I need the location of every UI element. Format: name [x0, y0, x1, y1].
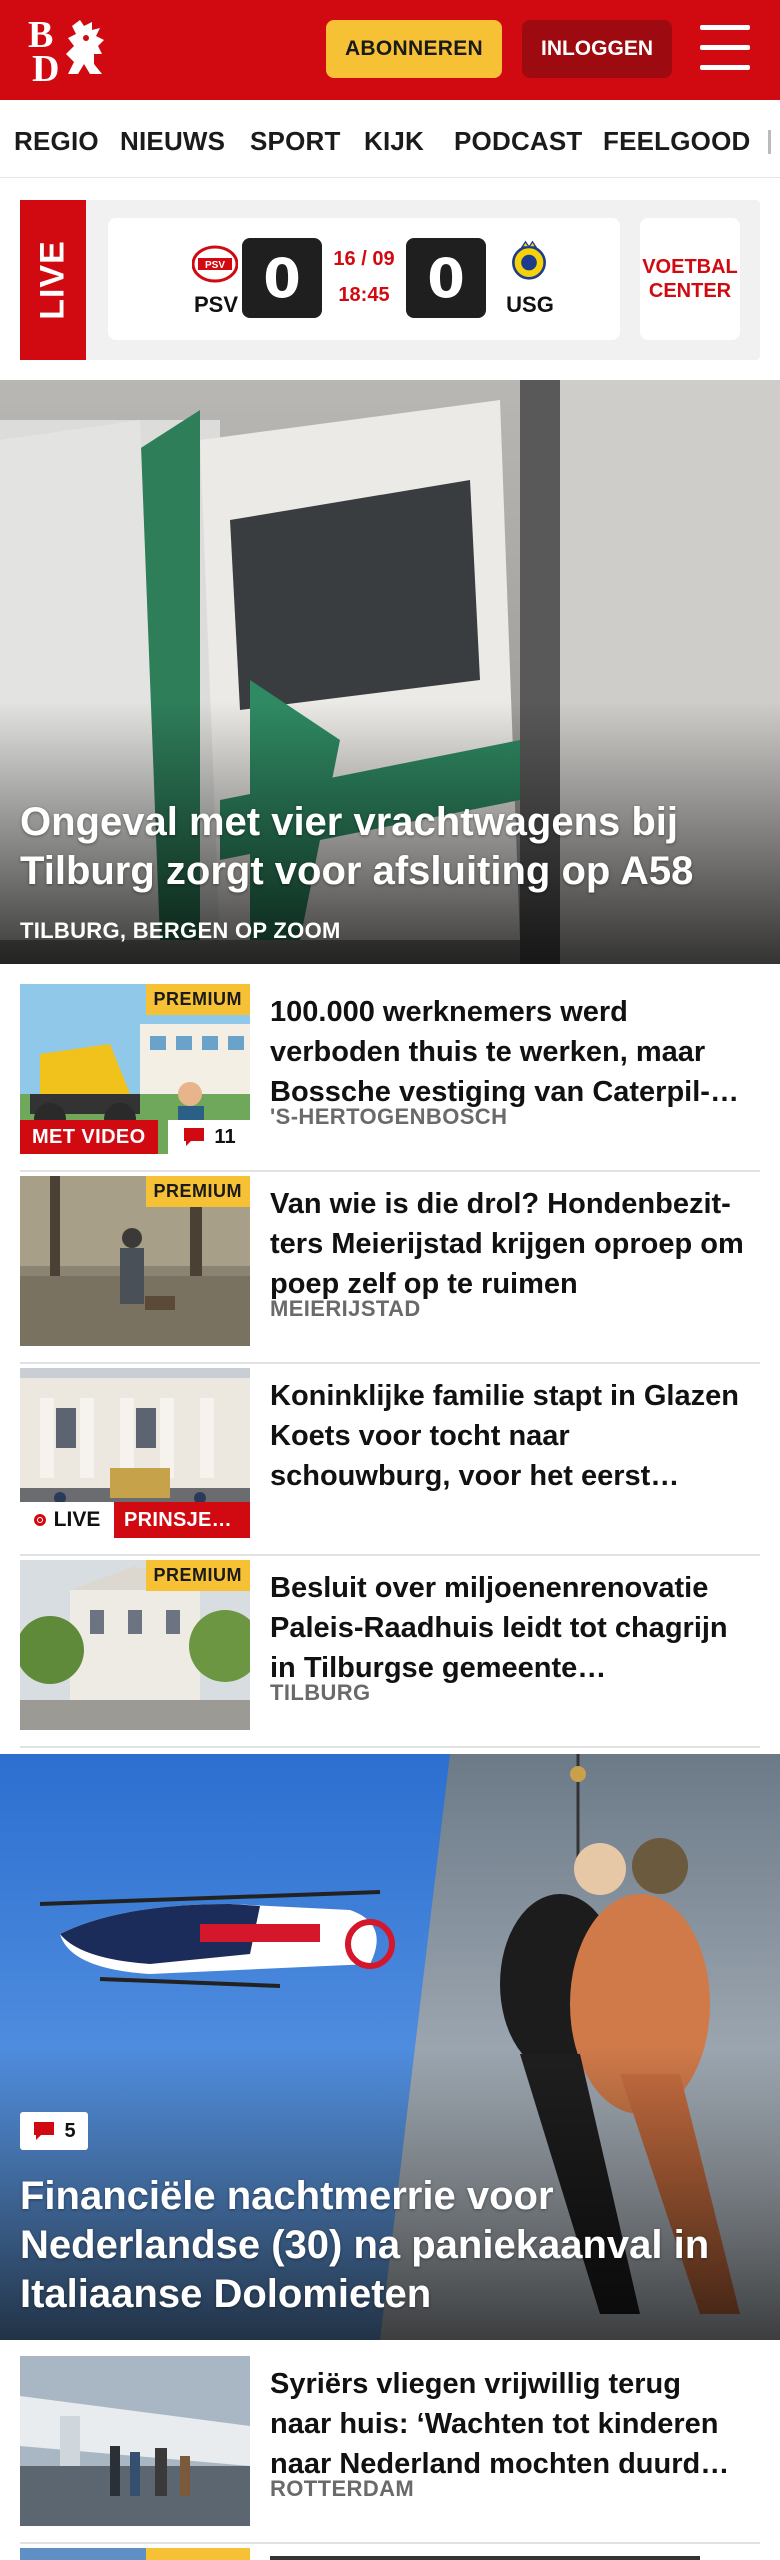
bd-logo[interactable]: B D: [28, 16, 112, 90]
site-header: B D ABONNEREN INLOGGEN: [0, 0, 780, 100]
live-label-tab[interactable]: LIVE: [20, 200, 86, 360]
comment-icon: [34, 2122, 55, 2140]
article-location: TILBURG: [270, 1680, 371, 1705]
premium-badge: PREMIUM: [145, 1560, 250, 1591]
login-button[interactable]: INLOGGEN: [522, 20, 672, 78]
lion-icon: [66, 20, 104, 74]
video-badge: MET VIDEO: [20, 1120, 158, 1154]
airport-image: [20, 2356, 250, 2526]
nav-item-podcast[interactable]: PODCAST: [454, 126, 583, 157]
article-thumbnail: PREMIUM MET VIDEO 11: [20, 984, 250, 1154]
voetbal-center-line2: CENTER: [648, 280, 732, 302]
hero-title: Ongeval met vier vrachtwagens bij Tilbur…: [20, 800, 694, 893]
article-title: Syriërs vliegen vrijwillig terug naar hu…: [270, 2368, 730, 2480]
comment-icon: [184, 1128, 205, 1146]
match-card[interactable]: PSV PSV 0 16 / 09 18:45 0 USG: [108, 218, 620, 340]
live-scores-bar: LIVE PSV PSV 0 16 / 09 18:45 0 USG VOETB…: [20, 200, 760, 360]
away-team-name: USG: [506, 292, 554, 317]
hero-article-truck[interactable]: Ongeval met vier vrachtwagens bij Tilbur…: [0, 380, 780, 964]
article-syriers[interactable]: Syriërs vliegen vrijwillig terug naar hu…: [20, 2356, 760, 2544]
nav-item-regio[interactable]: REGIO: [14, 126, 99, 157]
article-title: 100.000 werknemers werd verboden thuis t…: [270, 996, 739, 1108]
usg-crest-icon: [512, 240, 546, 280]
comment-count-badge[interactable]: 11: [168, 1120, 250, 1154]
article-title: Van wie is die drol? Hondenbezit-ters Me…: [270, 1188, 744, 1300]
psv-crest-icon: PSV: [192, 245, 238, 283]
live-badge-label: LIVE: [53, 1508, 101, 1531]
nav-overflow-hint: [768, 130, 771, 154]
voetbal-center-line1: VOETBAL: [642, 256, 738, 278]
voetbal-center-link[interactable]: VOETBAL CENTER: [640, 218, 740, 340]
nav-item-kijk[interactable]: KIJK: [364, 126, 424, 157]
subscribe-button[interactable]: ABONNEREN: [326, 20, 502, 78]
article-thumbnail: PREMIUM: [20, 1176, 250, 1346]
hamburger-menu-icon[interactable]: [700, 25, 750, 71]
article-caterpillar[interactable]: PREMIUM MET VIDEO 11 100.000 werknemers …: [20, 984, 760, 1172]
article-glazen-koets[interactable]: LIVE PRINSJE… Koninklijke familie stapt …: [20, 1368, 760, 1556]
live-badge: LIVE: [20, 1502, 114, 1538]
article-title: Besluit over miljoenenrenovatie Paleis-R…: [270, 1572, 728, 1684]
match-date: 16 / 09: [333, 248, 395, 270]
topic-badge: PRINSJE…: [114, 1502, 250, 1538]
nav-item-nieuws[interactable]: NIEUWS: [120, 126, 225, 157]
article-location: MEIERIJSTAD: [270, 1296, 421, 1321]
home-score: 0: [242, 238, 322, 318]
comment-count: 5: [64, 2119, 76, 2142]
next-article-peek[interactable]: [20, 2548, 760, 2560]
nav-item-sport[interactable]: SPORT: [250, 126, 341, 157]
hero-article-dolomieten[interactable]: 5 Financiële nachtmerrie voor Nederlands…: [0, 1754, 780, 2340]
next-article-title-edge: [270, 2556, 700, 2560]
article-thumbnail: [20, 2356, 250, 2526]
article-location: ROTTERDAM: [270, 2476, 415, 2501]
hero-location-tag: TILBURG, BERGEN OP ZOOM: [20, 918, 341, 943]
logo-letter-d: D: [32, 48, 60, 90]
away-score: 0: [406, 238, 486, 318]
premium-badge: PREMIUM: [145, 1176, 250, 1207]
hero-title: Financiële nachtmerrie voor Nederlandse …: [20, 2174, 710, 2316]
article-hondenbezitters[interactable]: PREMIUM Van wie is die drol? Hondenbezit…: [20, 1176, 760, 1364]
live-dot-icon: [33, 1514, 46, 1526]
comment-count: 11: [214, 1125, 236, 1148]
nav-item-feelgood[interactable]: FEELGOOD: [603, 126, 751, 157]
article-thumbnail: LIVE PRINSJE…: [20, 1368, 250, 1538]
article-location: 'S-HERTOGENBOSCH: [270, 1104, 508, 1129]
article-title: Koninklijke familie stapt in Glazen Koet…: [270, 1380, 739, 1492]
premium-badge: PREMIUM: [145, 984, 250, 1015]
article-thumbnail: PREMIUM: [20, 1560, 250, 1730]
next-article-thumbnail: [20, 2548, 146, 2560]
live-label: LIVE: [33, 240, 72, 320]
article-paleis-raadhuis[interactable]: PREMIUM Besluit over miljoenenrenovatie …: [20, 1560, 760, 1748]
next-premium-badge: [146, 2548, 250, 2560]
comment-count-badge[interactable]: 5: [20, 2112, 88, 2150]
match-time: 18:45: [338, 284, 390, 306]
svg-text:PSV: PSV: [205, 260, 225, 271]
section-nav: REGIO NIEUWS SPORT KIJK PODCAST FEELGOOD: [0, 100, 780, 178]
